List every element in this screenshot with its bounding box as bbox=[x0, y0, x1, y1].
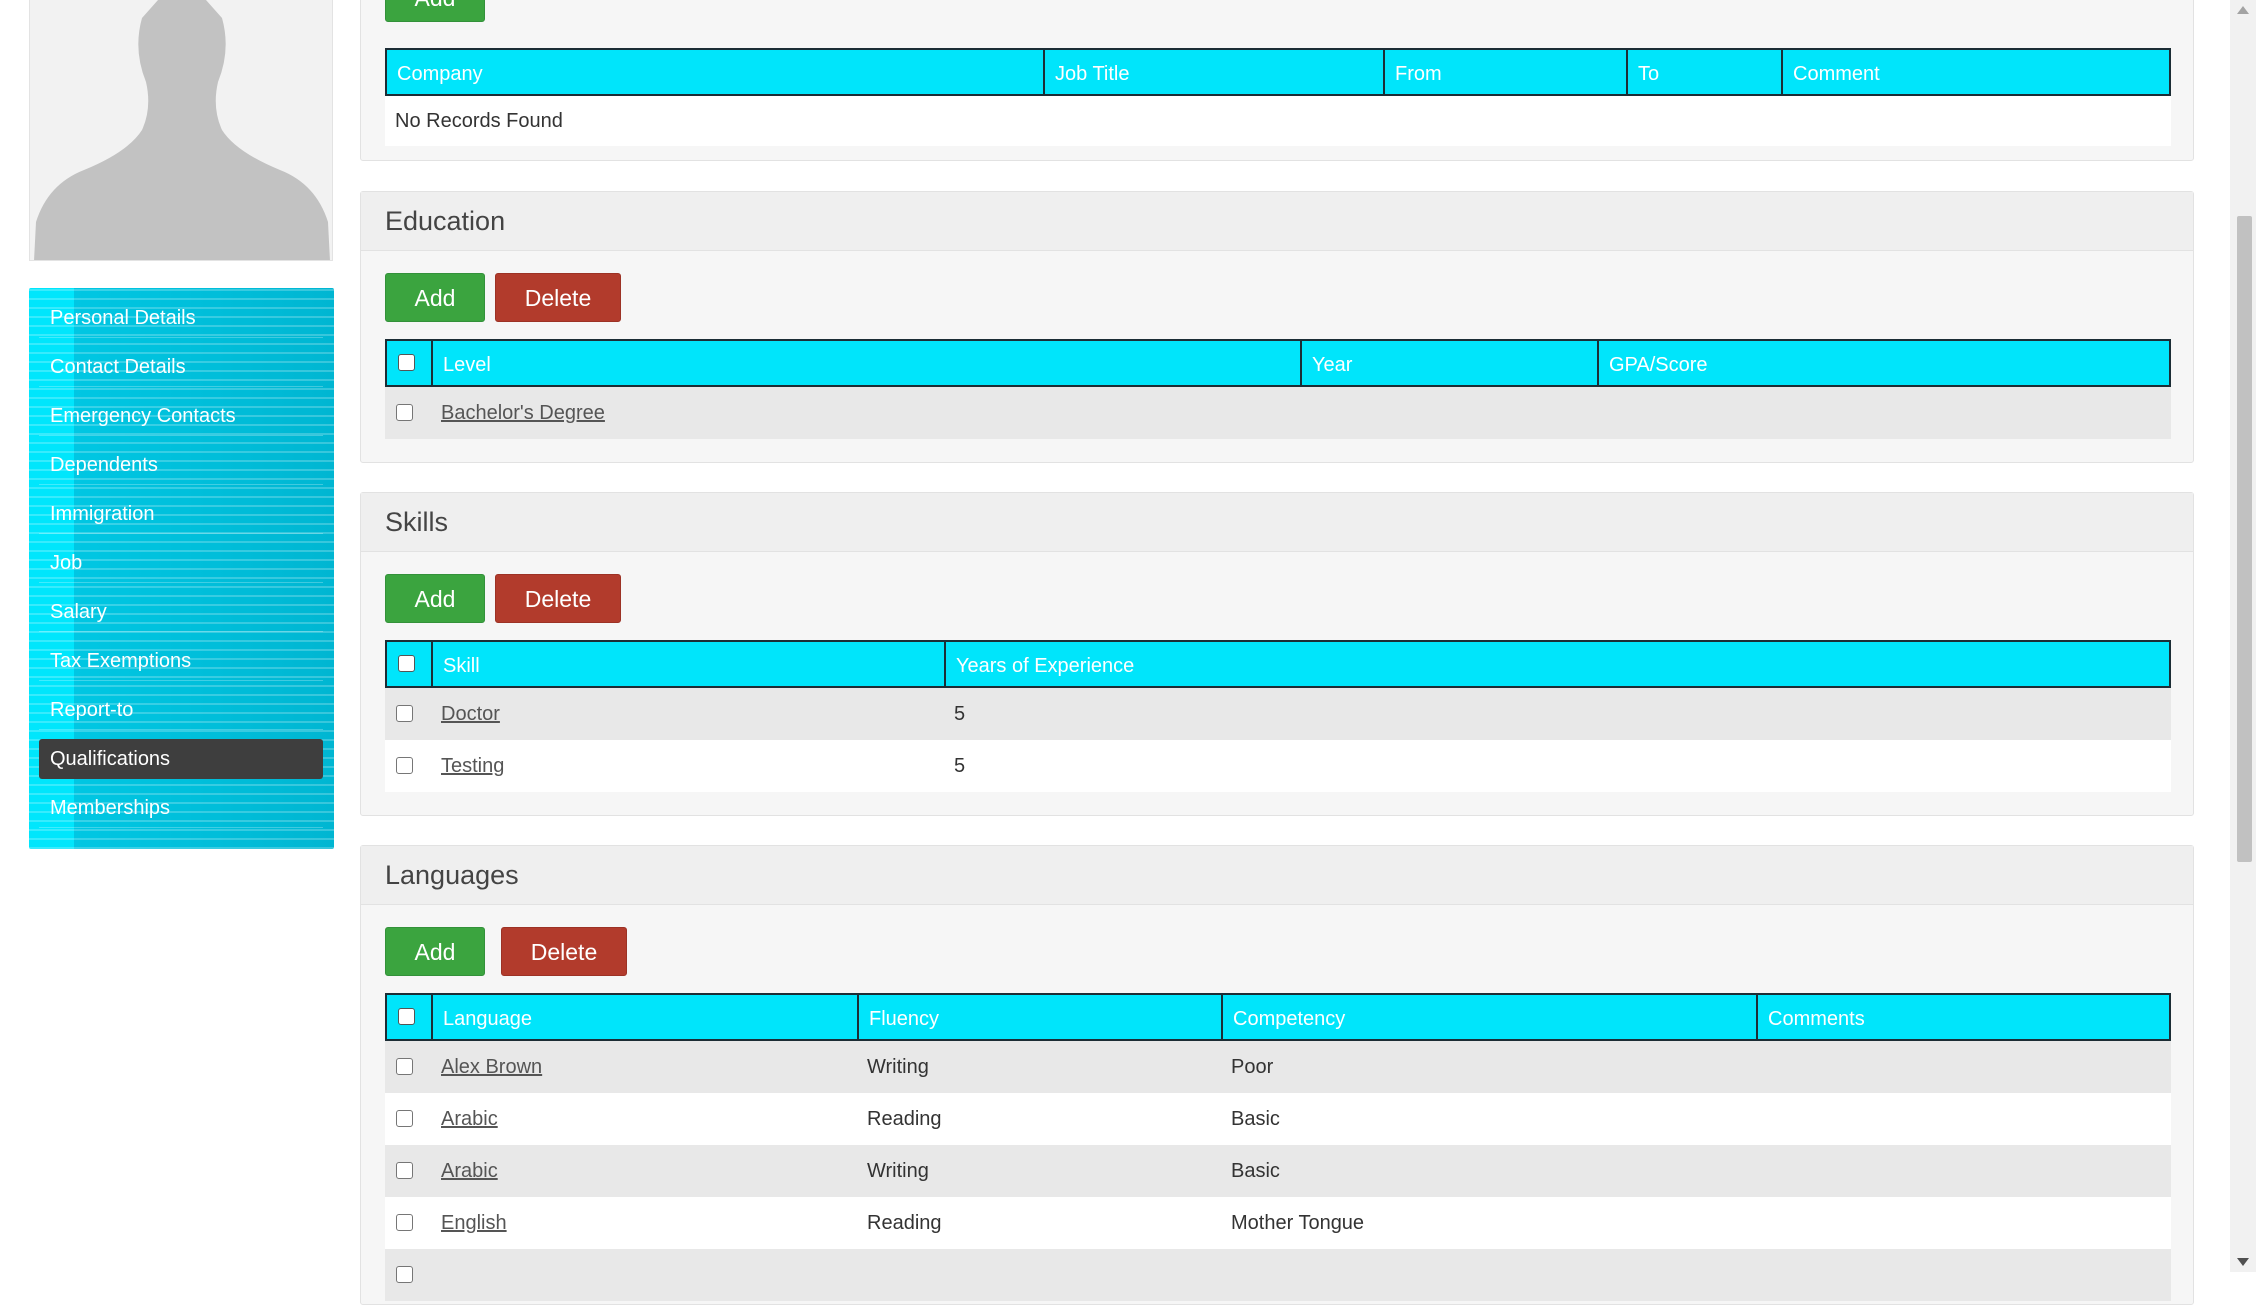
column-skill[interactable]: Skill bbox=[433, 642, 946, 686]
column-comment[interactable]: Comment bbox=[1783, 50, 2169, 94]
skills-title: Skills bbox=[361, 493, 2193, 552]
skill-years: 5 bbox=[954, 755, 966, 777]
checkbox-column bbox=[387, 642, 433, 686]
language-competency: Poor bbox=[1231, 1056, 1274, 1078]
skills-add-button[interactable]: Add bbox=[385, 574, 485, 623]
language-fluency: Writing bbox=[867, 1056, 929, 1078]
column-gpa-score[interactable]: GPA/Score bbox=[1599, 341, 2169, 385]
column-to[interactable]: To bbox=[1628, 50, 1783, 94]
column-from[interactable]: From bbox=[1385, 50, 1628, 94]
languages-delete-button[interactable]: Delete bbox=[501, 927, 627, 976]
sidebar-item-memberships[interactable]: Memberships bbox=[39, 788, 323, 828]
sidebar-item-immigration[interactable]: Immigration bbox=[39, 494, 323, 534]
column-job-title[interactable]: Job Title bbox=[1045, 50, 1385, 94]
row-checkbox[interactable] bbox=[396, 1058, 413, 1075]
page-scrollbar[interactable] bbox=[2230, 0, 2256, 1272]
languages-table-header: Language Fluency Competency Comments bbox=[385, 993, 2171, 1041]
education-add-button[interactable]: Add bbox=[385, 273, 485, 322]
work-experience-add-button[interactable]: Add bbox=[385, 0, 485, 22]
row-checkbox[interactable] bbox=[396, 705, 413, 722]
language-fluency: Reading bbox=[867, 1212, 942, 1234]
education-section: Education Add Delete Level Year GPA/Scor… bbox=[360, 191, 2194, 463]
checkbox-column bbox=[387, 995, 433, 1039]
table-row: Bachelor's Degree bbox=[385, 387, 2171, 439]
sidebar-item-qualifications[interactable]: Qualifications bbox=[39, 739, 323, 779]
education-title: Education bbox=[361, 192, 2193, 251]
row-checkbox[interactable] bbox=[396, 404, 413, 421]
skills-table-header: Skill Years of Experience bbox=[385, 640, 2171, 688]
scroll-up-arrow-icon[interactable] bbox=[2237, 6, 2249, 14]
table-row: Arabic Reading Basic bbox=[385, 1093, 2171, 1145]
language-competency: Basic bbox=[1231, 1160, 1280, 1182]
table-row: Testing 5 bbox=[385, 740, 2171, 792]
sidebar-item-contact-details[interactable]: Contact Details bbox=[39, 347, 323, 387]
column-fluency[interactable]: Fluency bbox=[859, 995, 1223, 1039]
column-comments[interactable]: Comments bbox=[1758, 995, 2169, 1039]
language-competency: Mother Tongue bbox=[1231, 1212, 1365, 1234]
profile-sidebar-nav: Personal Details Contact Details Emergen… bbox=[29, 288, 334, 849]
checkbox-column bbox=[387, 341, 433, 385]
sidebar-item-tax-exemptions[interactable]: Tax Exemptions bbox=[39, 641, 323, 681]
profile-photo[interactable] bbox=[29, 0, 333, 261]
languages-add-button[interactable]: Add bbox=[385, 927, 485, 976]
column-company[interactable]: Company bbox=[387, 50, 1045, 94]
table-row: Doctor 5 bbox=[385, 688, 2171, 740]
empty-row: No Records Found bbox=[385, 96, 2171, 146]
sidebar-item-personal-details[interactable]: Personal Details bbox=[39, 298, 323, 338]
table-row bbox=[385, 1249, 2171, 1301]
skill-link[interactable]: Testing bbox=[431, 740, 504, 792]
table-row: Arabic Writing Basic bbox=[385, 1145, 2171, 1197]
sidebar-item-job[interactable]: Job bbox=[39, 543, 323, 583]
sidebar-item-dependents[interactable]: Dependents bbox=[39, 445, 323, 485]
row-checkbox[interactable] bbox=[396, 757, 413, 774]
skill-years: 5 bbox=[954, 703, 966, 725]
table-row: Alex Brown Writing Poor bbox=[385, 1041, 2171, 1093]
sidebar-item-report-to[interactable]: Report-to bbox=[39, 690, 323, 730]
row-checkbox[interactable] bbox=[396, 1266, 413, 1283]
language-link[interactable]: English bbox=[431, 1197, 507, 1249]
row-checkbox[interactable] bbox=[396, 1162, 413, 1179]
skills-delete-button[interactable]: Delete bbox=[495, 574, 621, 623]
column-year[interactable]: Year bbox=[1302, 341, 1599, 385]
column-years-of-experience[interactable]: Years of Experience bbox=[946, 642, 2169, 686]
scroll-down-arrow-icon[interactable] bbox=[2237, 1258, 2249, 1266]
language-competency: Basic bbox=[1231, 1108, 1280, 1130]
no-records-text: No Records Found bbox=[395, 110, 563, 132]
sidebar-item-emergency-contacts[interactable]: Emergency Contacts bbox=[39, 396, 323, 436]
languages-section: Languages Add Delete Language Fluency Co… bbox=[360, 845, 2194, 1305]
skill-link[interactable]: Doctor bbox=[431, 688, 500, 740]
column-level[interactable]: Level bbox=[433, 341, 1302, 385]
education-delete-button[interactable]: Delete bbox=[495, 273, 621, 322]
sidebar-item-salary[interactable]: Salary bbox=[39, 592, 323, 632]
column-competency[interactable]: Competency bbox=[1223, 995, 1758, 1039]
language-link[interactable]: Arabic bbox=[431, 1093, 498, 1145]
language-fluency: Writing bbox=[867, 1160, 929, 1182]
scrollbar-thumb[interactable] bbox=[2237, 216, 2252, 862]
work-experience-section: Add Company Job Title From To Comment No… bbox=[360, 0, 2194, 161]
education-level-link[interactable]: Bachelor's Degree bbox=[431, 387, 605, 439]
languages-title: Languages bbox=[361, 846, 2193, 905]
language-fluency: Reading bbox=[867, 1108, 942, 1130]
education-table-header: Level Year GPA/Score bbox=[385, 339, 2171, 387]
row-checkbox[interactable] bbox=[396, 1110, 413, 1127]
row-checkbox[interactable] bbox=[396, 1214, 413, 1231]
skills-section: Skills Add Delete Skill Years of Experie… bbox=[360, 492, 2194, 816]
avatar-silhouette-icon bbox=[34, 0, 330, 260]
language-link[interactable]: Arabic bbox=[431, 1145, 498, 1197]
language-link[interactable]: Alex Brown bbox=[431, 1041, 542, 1093]
work-experience-table-header: Company Job Title From To Comment bbox=[385, 48, 2171, 96]
column-language[interactable]: Language bbox=[433, 995, 859, 1039]
table-row: English Reading Mother Tongue bbox=[385, 1197, 2171, 1249]
